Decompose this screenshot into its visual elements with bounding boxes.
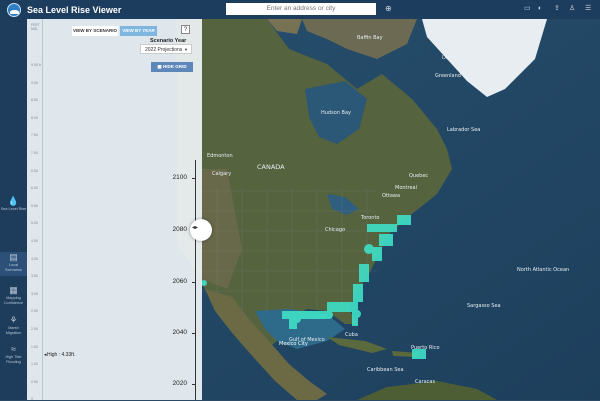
hide-grid-label: HIDE GRID <box>162 64 187 69</box>
ruler-tick-label: 0 <box>31 397 33 401</box>
sidebar-item-high-tide-flooding[interactable]: ≈ High Tide Flooding <box>0 344 27 364</box>
confidence-icon: ▦ <box>9 285 18 295</box>
sidebar-item-sea-level-rise[interactable]: 💧 Sea Level Rise <box>0 196 27 212</box>
ruler-tick-label: 7.00 <box>31 151 38 155</box>
map-label-ottawa: Ottawa <box>382 193 400 199</box>
map-label-quebec: Quebec <box>409 173 428 179</box>
year-tick-2040: 2040 <box>172 329 187 336</box>
map-label-cuba: Cuba <box>345 332 358 338</box>
map-label-caribbean: Caribbean Sea <box>367 367 404 373</box>
ruler-tick-label: 1.00 <box>31 362 38 367</box>
year-tick-2020: 2020 <box>172 380 187 387</box>
map-label-labrador-sea: Labrador Sea <box>447 127 480 133</box>
profile-icon[interactable]: ♙ <box>569 5 575 13</box>
map-label-davis-strait: Davis Strait <box>442 55 471 61</box>
feet-ruler: FEET MSL <box>27 19 43 400</box>
year-tick-2100: 2100 <box>172 174 187 181</box>
year-tick-mark <box>192 333 196 334</box>
map-label-baffin-bay: Baffin Bay <box>357 35 383 41</box>
ruler-tick-label: 5.00 <box>31 221 38 226</box>
search-input[interactable] <box>226 3 376 15</box>
hide-grid-button[interactable]: ▦ HIDE GRID <box>151 62 193 72</box>
ruler-tick-label: 9.50 ft <box>31 63 41 67</box>
map-label-puerto-rico: Puerto Rico <box>411 345 440 351</box>
water-drop-icon: 💧 <box>7 196 20 206</box>
year-tick-mark <box>192 384 196 385</box>
year-slider-handle[interactable]: ◂▸ <box>190 219 212 241</box>
map-label-canada: CANADA <box>257 163 285 171</box>
ruler-tick-label: 5.50 <box>31 203 38 208</box>
map-label-edmonton: Edmonton <box>207 153 233 159</box>
contrast-icon[interactable]: ◐ <box>538 5 542 13</box>
ruler-tick-label: 2.00 <box>31 327 38 331</box>
map-label-calgary: Calgary <box>212 171 231 177</box>
map-label-greenland: Greenland <box>435 73 461 79</box>
ruler-tick-label: 3.50 <box>31 274 38 279</box>
app-title: Sea Level Rise Viewer <box>27 4 122 15</box>
scenario-panel <box>27 19 202 400</box>
view-by-scenario-button[interactable]: VIEW BY SCENARIO <box>72 26 118 36</box>
ruler-tick-label: 4.00 <box>31 256 38 261</box>
sidebar-item-marsh-migration[interactable]: ⚘ Marsh Migration <box>0 315 27 335</box>
year-tick-2080: 2080 <box>172 226 187 233</box>
ruler-tick-label: 8.00 <box>31 115 38 120</box>
drag-arrows-icon: ◂▸ <box>192 225 199 231</box>
ruler-tick-label: 2.50 <box>31 309 38 314</box>
sidebar-item-local-scenarios[interactable]: ▤ Local Scenarios <box>0 252 27 276</box>
map-icon[interactable]: ▭ <box>524 5 531 13</box>
grid-icon: ▦ <box>157 64 162 69</box>
year-tick-mark <box>192 178 196 179</box>
map-label-sargasso: Sargasso Sea <box>467 303 501 309</box>
ruler-tick-label: 3.00 <box>31 291 38 296</box>
ruler-tick-label: 0.50 <box>31 379 38 384</box>
map-label-chicago: Chicago <box>325 227 345 233</box>
ruler-tick-label: 1.50 <box>31 344 38 349</box>
ruler-tick-label: 6.50 <box>31 168 38 173</box>
year-tick-mark <box>192 282 196 283</box>
scenario-select[interactable]: 2022 Projections ▼ <box>140 44 192 54</box>
map-label-mexico-city: Mexico City <box>279 341 308 347</box>
waves-icon: ≈ <box>11 344 16 354</box>
help-button[interactable]: ? <box>181 25 190 34</box>
ruler-unit-label: FEET MSL <box>31 23 40 31</box>
scenario-select-value: 2022 Projections <box>145 47 183 53</box>
ruler-tick-label: 9.00 <box>31 80 38 85</box>
year-axis <box>195 160 196 400</box>
sidebar-item-mapping-confidence[interactable]: ▦ Mapping Confidence <box>0 285 27 305</box>
document-icon: ▤ <box>9 252 18 262</box>
high-value-label: High : 4.33ft. <box>47 352 76 358</box>
locate-globe-icon[interactable]: ⊕ <box>385 5 392 13</box>
ruler-tick-label: 7.50 <box>31 133 38 138</box>
map-label-montreal: Montreal <box>395 185 417 191</box>
ruler-tick-label: 4.50 <box>31 239 38 243</box>
menu-icon[interactable]: ☰ <box>585 5 591 13</box>
map-label-caracas: Caracas <box>415 379 435 385</box>
view-by-year-button[interactable]: VIEW BY YEAR <box>120 26 157 36</box>
share-icon[interactable]: ⇪ <box>554 5 560 13</box>
chevron-down-icon: ▼ <box>184 47 188 52</box>
year-tick-2060: 2060 <box>172 278 187 285</box>
map-label-north-atlantic: North Atlantic Ocean <box>517 267 569 273</box>
map-label-hudson-bay: Hudson Bay <box>321 110 351 116</box>
noaa-logo <box>7 2 21 17</box>
map-label-toronto: Toronto <box>360 215 379 221</box>
marsh-icon: ⚘ <box>9 315 18 325</box>
ruler-tick-label: 6.00 <box>31 186 38 191</box>
ruler-tick-label: 8.50 <box>31 98 38 103</box>
